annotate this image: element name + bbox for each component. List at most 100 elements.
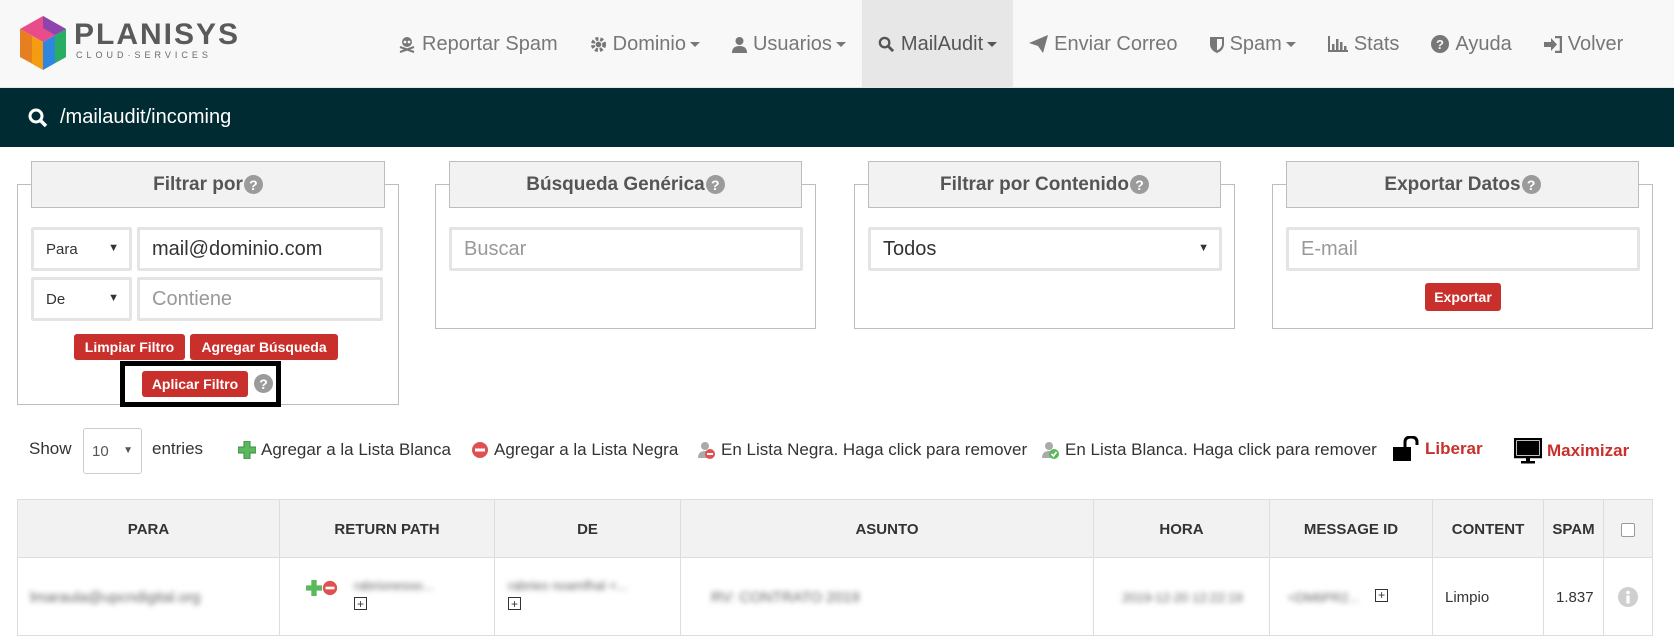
filter-value-input-1[interactable]: mail@dominio.com (137, 227, 383, 271)
paper-plane-icon (1029, 35, 1049, 53)
release-link[interactable]: Liberar (1392, 436, 1483, 462)
select-all-checkbox-cell (1604, 500, 1652, 559)
generic-search-input[interactable]: Buscar (449, 227, 803, 271)
nav-reportar-spam[interactable]: Reportar Spam (382, 0, 574, 88)
cell-spam: 1.837 (1544, 558, 1604, 636)
nav-enviar-correo[interactable]: Enviar Correo (1013, 0, 1193, 88)
nav-ayuda[interactable]: ? Ayuda (1415, 0, 1527, 88)
shield-icon (1209, 36, 1224, 53)
col-asunto[interactable]: ASUNTO (681, 500, 1094, 559)
brand-name: PLANISYS (74, 18, 241, 51)
filter-value-input-2[interactable]: Contiene (137, 277, 383, 321)
export-button[interactable]: Exportar (1425, 283, 1501, 311)
select-all-checkbox[interactable] (1621, 522, 1635, 537)
chevron-down-icon: ▼ (108, 242, 119, 254)
user-blocked-icon (697, 441, 716, 460)
expand-icon[interactable]: + (1375, 588, 1389, 602)
cube-logo-icon (20, 16, 66, 70)
chevron-down-icon (689, 41, 700, 47)
blacklist-add-icon[interactable] (322, 580, 338, 596)
monitor-icon (1514, 438, 1542, 464)
path-bar: /mailaudit/incoming (0, 88, 1674, 147)
content-filter-select[interactable]: Todos ▼ (868, 227, 1222, 271)
col-hora[interactable]: HORA (1094, 500, 1270, 559)
filter-field-select-2[interactable]: De ▼ (31, 277, 132, 321)
table-row[interactable]: lmaraula@upcndigital.org rabrionesoo... … (17, 558, 1653, 636)
legend-whitelist-add: Agregar a la Lista Blanca (238, 440, 451, 460)
nav-usuarios[interactable]: Usuarios (716, 0, 862, 88)
chevron-down-icon (835, 41, 846, 47)
cell-de: rabrieo noamfhal <... + (495, 558, 681, 636)
add-search-button[interactable]: Agregar Búsqueda (190, 334, 338, 360)
nav-label: Reportar Spam (422, 32, 558, 55)
help-icon[interactable]: ? (243, 175, 263, 194)
chevron-down-icon: ▼ (1198, 242, 1209, 254)
maximize-link[interactable]: Maximizar (1514, 438, 1629, 464)
filter-panel-title: Filtrar por? (31, 161, 385, 208)
nav-label: Ayuda (1455, 32, 1512, 55)
top-navbar: PLANISYS CLOUD·SERVICES Reportar Spam Do… (0, 0, 1674, 88)
bar-chart-icon (1327, 36, 1348, 52)
current-path: /mailaudit/incoming (60, 106, 232, 128)
nav-label: Dominio (612, 32, 686, 55)
cell-message-id: <DM6PR2... + (1270, 558, 1433, 636)
col-message-id[interactable]: MESSAGE ID (1270, 500, 1433, 559)
main-menu: Reportar Spam Dominio Usuarios MailAudit (382, 0, 1639, 88)
user-approved-icon (1041, 441, 1060, 460)
unlock-icon (1392, 436, 1420, 462)
cell-return-path: rabrionesoo... + (280, 558, 495, 636)
info-icon[interactable] (1618, 587, 1638, 607)
filter-field-select-1[interactable]: Para ▼ (31, 227, 132, 271)
legend-in-blacklist: En Lista Negra. Haga click para remover (697, 440, 1027, 460)
cell-info (1604, 558, 1652, 636)
plus-green-icon (238, 441, 256, 459)
question-circle-icon: ? (1431, 35, 1450, 53)
gear-icon (590, 36, 607, 53)
expand-icon[interactable]: + (508, 597, 521, 610)
export-title: Exportar Datos? (1286, 161, 1639, 208)
nav-volver[interactable]: Volver (1528, 0, 1640, 88)
help-icon[interactable]: ? (705, 175, 725, 194)
clear-filter-button[interactable]: Limpiar Filtro (74, 334, 185, 360)
nav-label: Enviar Correo (1054, 32, 1178, 55)
chevron-down-icon: ▼ (123, 445, 133, 456)
cell-asunto: RV: CONTRATO 2019 (681, 558, 1094, 636)
col-de[interactable]: DE (495, 500, 681, 559)
nav-spam[interactable]: Spam (1194, 0, 1312, 88)
nav-label: Stats (1353, 32, 1400, 55)
apply-filter-button[interactable]: Aplicar Filtro (142, 371, 248, 397)
planisys-logo[interactable]: PLANISYS CLOUD·SERVICES (16, 14, 256, 76)
legend-blacklist-add: Agregar a la Lista Negra (471, 440, 678, 460)
help-icon[interactable]: ? (254, 374, 273, 393)
whitelist-add-icon[interactable] (306, 580, 322, 596)
col-return-path[interactable]: RETURN PATH (280, 500, 495, 559)
col-content[interactable]: CONTENT (1433, 500, 1544, 559)
table-header: PARA RETURN PATH DE ASUNTO HORA MESSAGE … (17, 499, 1653, 559)
col-spam[interactable]: SPAM (1544, 500, 1604, 559)
help-icon[interactable]: ? (1521, 175, 1541, 194)
nav-stats[interactable]: Stats (1312, 0, 1416, 88)
cell-hora: 2019-12-20 12:22:19 (1094, 558, 1270, 636)
help-icon[interactable]: ? (1129, 175, 1149, 194)
cell-content: Limpio (1433, 558, 1544, 636)
nav-label: Volver (1567, 32, 1624, 55)
col-para[interactable]: PARA (18, 500, 280, 559)
nav-label: MailAudit (900, 32, 984, 55)
nav-dominio[interactable]: Dominio (574, 0, 716, 88)
generic-search-title: Búsqueda Genérica? (449, 161, 802, 208)
sign-in-icon (1543, 35, 1562, 53)
svg-text:?: ? (1436, 37, 1444, 52)
chevron-down-icon (1285, 41, 1296, 47)
export-email-input[interactable]: E-mail (1286, 227, 1640, 271)
expand-icon[interactable]: + (354, 597, 367, 610)
nav-mailaudit[interactable]: MailAudit (861, 0, 1014, 88)
content-filter-title: Filtrar por Contenido? (868, 161, 1221, 208)
search-icon (28, 108, 48, 128)
cell-para: lmaraula@upcndigital.org (18, 558, 280, 636)
search-icon (878, 36, 895, 53)
entries-label: entries (152, 439, 204, 458)
chevron-down-icon (987, 41, 998, 47)
show-label: Show (29, 439, 72, 458)
entries-select[interactable]: 10 ▼ (83, 428, 142, 474)
skull-crossbones-icon (398, 35, 416, 53)
